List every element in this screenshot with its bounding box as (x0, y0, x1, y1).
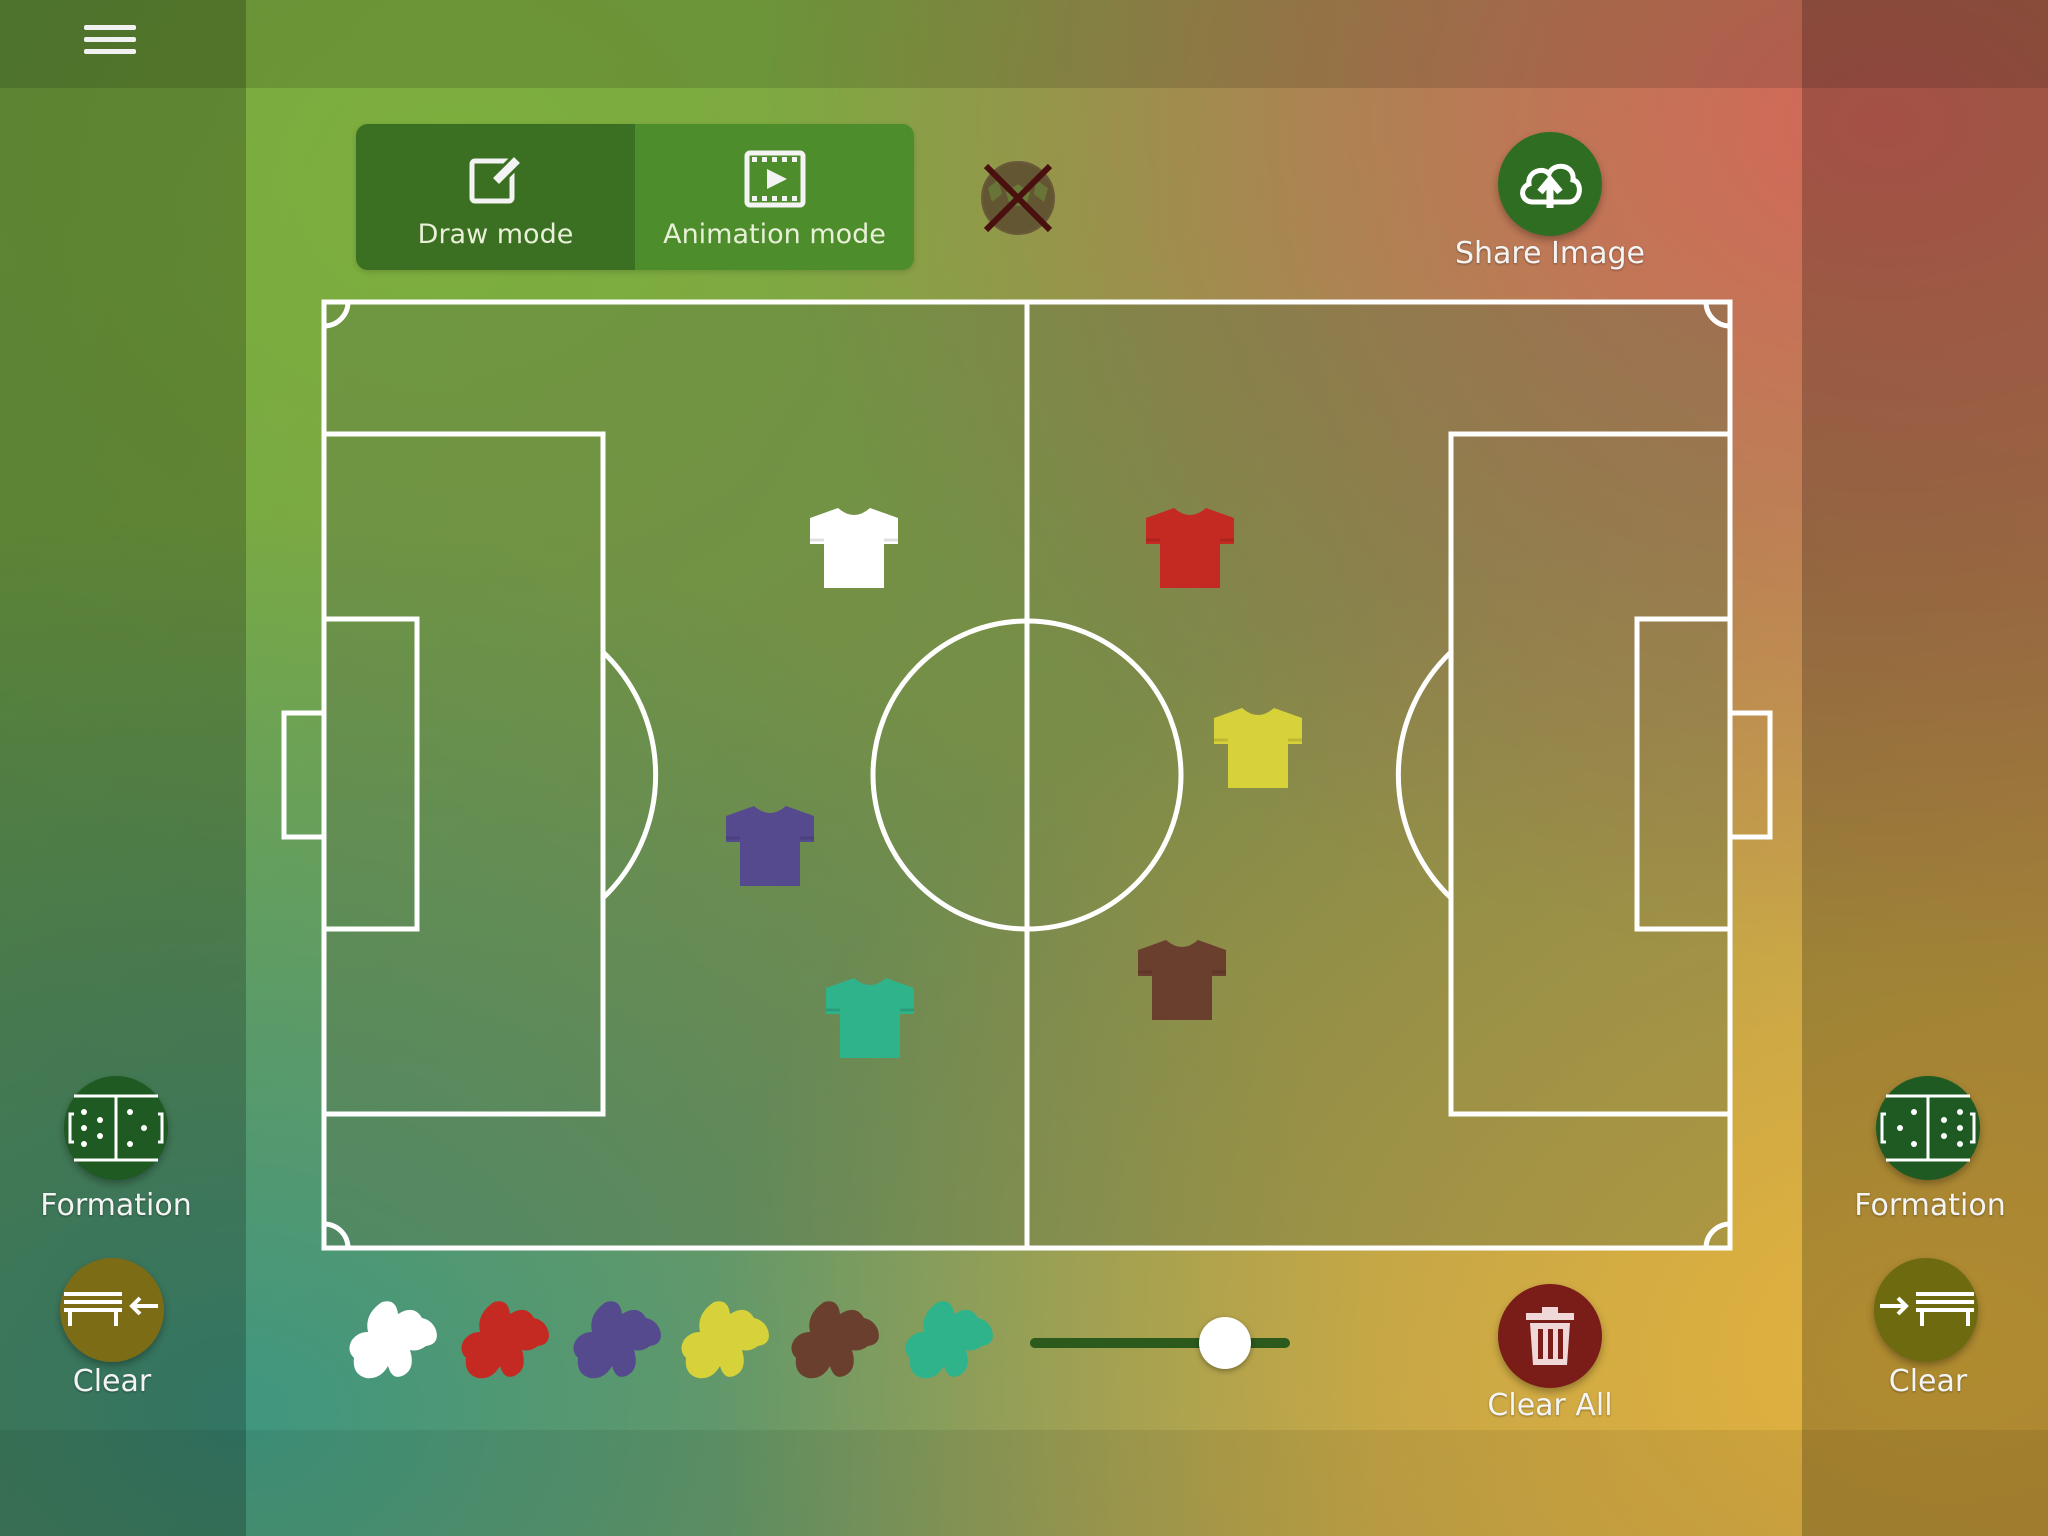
palette-yellow[interactable] (676, 1296, 776, 1384)
palette-brown[interactable] (786, 1296, 886, 1384)
share-image-label: Share Image (1454, 236, 1646, 271)
draw-mode-button[interactable]: Draw mode (356, 124, 635, 270)
clear-right-label: Clear (1888, 1364, 1968, 1399)
formation-icon (68, 1094, 164, 1162)
clear-all-button[interactable] (1498, 1284, 1602, 1388)
player-shirt-red[interactable] (1144, 506, 1236, 590)
formation-button-left[interactable] (64, 1076, 168, 1180)
edit-icon (469, 152, 524, 203)
bottom-bar (0, 1430, 2048, 1536)
film-icon (744, 150, 805, 207)
bench-arrow-in-icon (64, 1292, 158, 1326)
animation-mode-button[interactable]: Animation mode (635, 124, 914, 270)
palette-white[interactable] (344, 1296, 444, 1384)
size-slider[interactable] (1030, 1317, 1290, 1369)
trash-icon (1526, 1307, 1574, 1365)
formation-icon (1880, 1094, 1976, 1162)
size-slider-fill (1030, 1338, 1225, 1348)
player-shirt-purple[interactable] (724, 804, 816, 888)
football-pitch (281, 299, 1773, 1251)
bench-arrow-out-icon (1880, 1292, 1974, 1326)
formation-button-right[interactable] (1876, 1076, 1980, 1180)
share-image-button[interactable] (1498, 132, 1602, 236)
formation-right-label: Formation (1854, 1188, 2006, 1223)
animation-mode-label: Animation mode (663, 218, 886, 250)
hamburger-menu-icon[interactable] (80, 18, 140, 66)
clear-bench-button-left[interactable] (60, 1258, 164, 1362)
clear-bench-button-right[interactable] (1874, 1258, 1978, 1362)
player-shirt-yellow[interactable] (1212, 706, 1304, 790)
size-slider-thumb[interactable] (1199, 1317, 1251, 1369)
player-shirt-brown[interactable] (1136, 938, 1228, 1022)
palette-red[interactable] (456, 1296, 556, 1384)
cloud-upload-icon (1520, 163, 1582, 208)
formation-left-label: Formation (40, 1188, 192, 1223)
player-shirt-teal[interactable] (824, 976, 916, 1060)
palette-teal[interactable] (900, 1296, 1000, 1384)
clear-left-label: Clear (72, 1364, 152, 1399)
ball-disabled-icon[interactable] (978, 158, 1058, 238)
draw-mode-label: Draw mode (417, 218, 574, 250)
clear-all-label: Clear All (1487, 1388, 1613, 1423)
palette-purple[interactable] (568, 1296, 668, 1384)
mode-toggle: Draw mode Animation mode (356, 124, 914, 270)
player-shirt-white[interactable] (808, 506, 900, 590)
top-bar (0, 0, 2048, 88)
